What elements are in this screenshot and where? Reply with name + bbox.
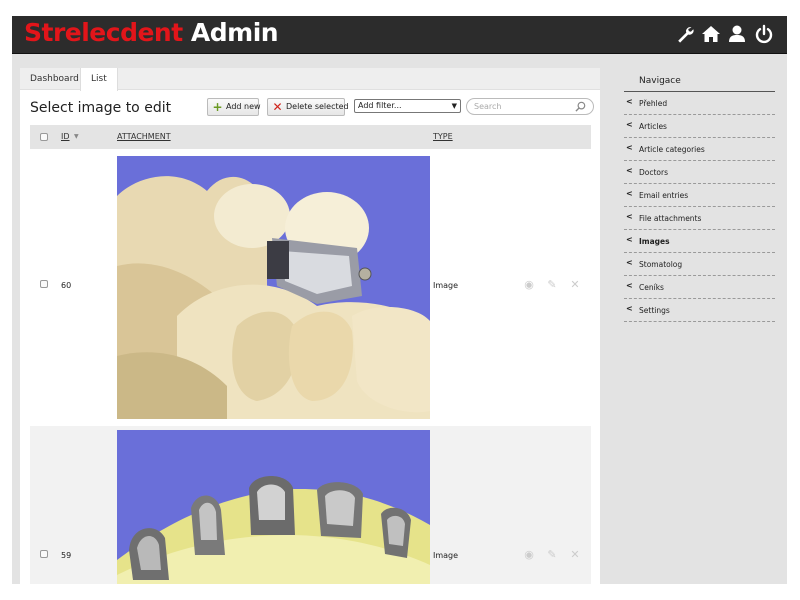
sort-arrow-icon[interactable]: ▼: [74, 125, 79, 149]
chevron-left-icon: <: [626, 120, 633, 129]
add-new-button[interactable]: + Add new: [207, 98, 261, 116]
sidebar-item-label: Přehled: [639, 99, 668, 108]
sidebar-item-label: Email entries: [639, 191, 689, 200]
row-id: 60: [61, 281, 72, 290]
chevron-left-icon: <: [626, 304, 633, 313]
chevron-left-icon: <: [626, 97, 633, 106]
attachment-image[interactable]: [117, 156, 430, 419]
tab-list[interactable]: List: [80, 68, 118, 91]
chevron-left-icon: <: [626, 281, 633, 290]
main-panel: Dashboard List Select image to edit + Ad…: [20, 68, 600, 584]
chevron-left-icon: <: [626, 212, 633, 221]
sidebar-item-doctors[interactable]: < Doctors: [624, 161, 775, 184]
chevron-left-icon: <: [626, 189, 633, 198]
sidebar-item-label: Articles: [639, 122, 667, 131]
wrench-icon[interactable]: [675, 24, 695, 44]
delete-x-icon: ✕: [272, 100, 283, 114]
sidebar-item-ceniks[interactable]: < Ceníks: [624, 276, 775, 299]
view-icon[interactable]: ◉: [523, 279, 535, 291]
sidebar-item-label: File attachments: [639, 214, 702, 223]
chevron-left-icon: <: [626, 235, 633, 244]
chevron-left-icon: <: [626, 143, 633, 152]
sidebar-title: Navigace: [639, 76, 681, 86]
top-header: Strelecdent Admin: [12, 16, 787, 54]
brand-name: Strelecdent: [24, 18, 183, 47]
sidebar-item-label: Settings: [639, 306, 670, 315]
sidebar-item-settings[interactable]: < Settings: [624, 299, 775, 322]
row-type: Image: [433, 281, 459, 290]
row-checkbox[interactable]: [40, 550, 48, 558]
add-new-label: Add new: [226, 102, 261, 111]
sidebar-item-label: Doctors: [639, 168, 669, 177]
attachment-image[interactable]: [117, 430, 430, 584]
row-checkbox[interactable]: [40, 280, 48, 288]
page-title: Select image to edit: [30, 100, 172, 116]
sidebar-item-label: Stomatolog: [639, 260, 683, 269]
home-icon[interactable]: [701, 24, 721, 44]
sidebar-item-article-categories[interactable]: < Article categories: [624, 138, 775, 161]
sidebar-item-label: Article categories: [639, 145, 705, 154]
chevron-left-icon: <: [626, 258, 633, 267]
row-id: 59: [61, 551, 72, 560]
tab-bar: Dashboard List: [20, 68, 600, 91]
plus-icon: +: [212, 100, 223, 114]
column-header-id[interactable]: ID: [61, 125, 70, 149]
delete-selected-label: Delete selected: [286, 102, 349, 111]
sidebar-item-images[interactable]: < Images: [624, 230, 775, 253]
dropdown-arrow-icon: ▼: [451, 102, 457, 110]
sidebar-item-prehled[interactable]: < Přehled: [624, 92, 775, 115]
view-icon[interactable]: ◉: [523, 549, 535, 561]
admin-window: Strelecdent Admin Dashboard List Select …: [12, 16, 787, 584]
delete-icon[interactable]: ✕: [569, 549, 581, 561]
table-row[interactable]: 60 Image ◉ ✎ ✕: [30, 152, 591, 422]
search-icon: [575, 101, 586, 112]
add-filter-select[interactable]: Add filter... ▼: [354, 99, 461, 113]
sidebar-item-label: Images: [639, 237, 670, 246]
search-placeholder: Search: [474, 102, 502, 111]
edit-pencil-icon[interactable]: ✎: [546, 549, 558, 561]
table-header: ID ▼ ATTACHMENT TYPE: [30, 125, 591, 149]
select-all-checkbox[interactable]: [40, 133, 48, 141]
column-header-type[interactable]: TYPE: [433, 125, 453, 149]
sidebar: Navigace < Přehled < Articles < Article …: [612, 68, 787, 584]
brand-suffix: Admin: [190, 18, 279, 47]
power-icon[interactable]: [754, 24, 774, 44]
delete-icon[interactable]: ✕: [569, 279, 581, 291]
brand-logo[interactable]: Strelecdent Admin: [24, 18, 279, 47]
search-input[interactable]: Search: [466, 98, 594, 115]
sidebar-item-stomatolog[interactable]: < Stomatolog: [624, 253, 775, 276]
filter-value: Add filter...: [358, 101, 402, 110]
sidebar-item-label: Ceníks: [639, 283, 664, 292]
tab-dashboard[interactable]: Dashboard: [20, 68, 89, 90]
table-row[interactable]: 59 Image ◉ ✎ ✕: [30, 426, 591, 584]
user-icon[interactable]: [727, 24, 747, 44]
sidebar-item-file-attachments[interactable]: < File attachments: [624, 207, 775, 230]
sidebar-item-email-entries[interactable]: < Email entries: [624, 184, 775, 207]
chevron-left-icon: <: [626, 166, 633, 175]
edit-pencil-icon[interactable]: ✎: [546, 279, 558, 291]
column-header-attachment[interactable]: ATTACHMENT: [117, 125, 171, 149]
row-type: Image: [433, 551, 459, 560]
delete-selected-button[interactable]: ✕ Delete selected: [267, 98, 349, 116]
sidebar-item-articles[interactable]: < Articles: [624, 115, 775, 138]
